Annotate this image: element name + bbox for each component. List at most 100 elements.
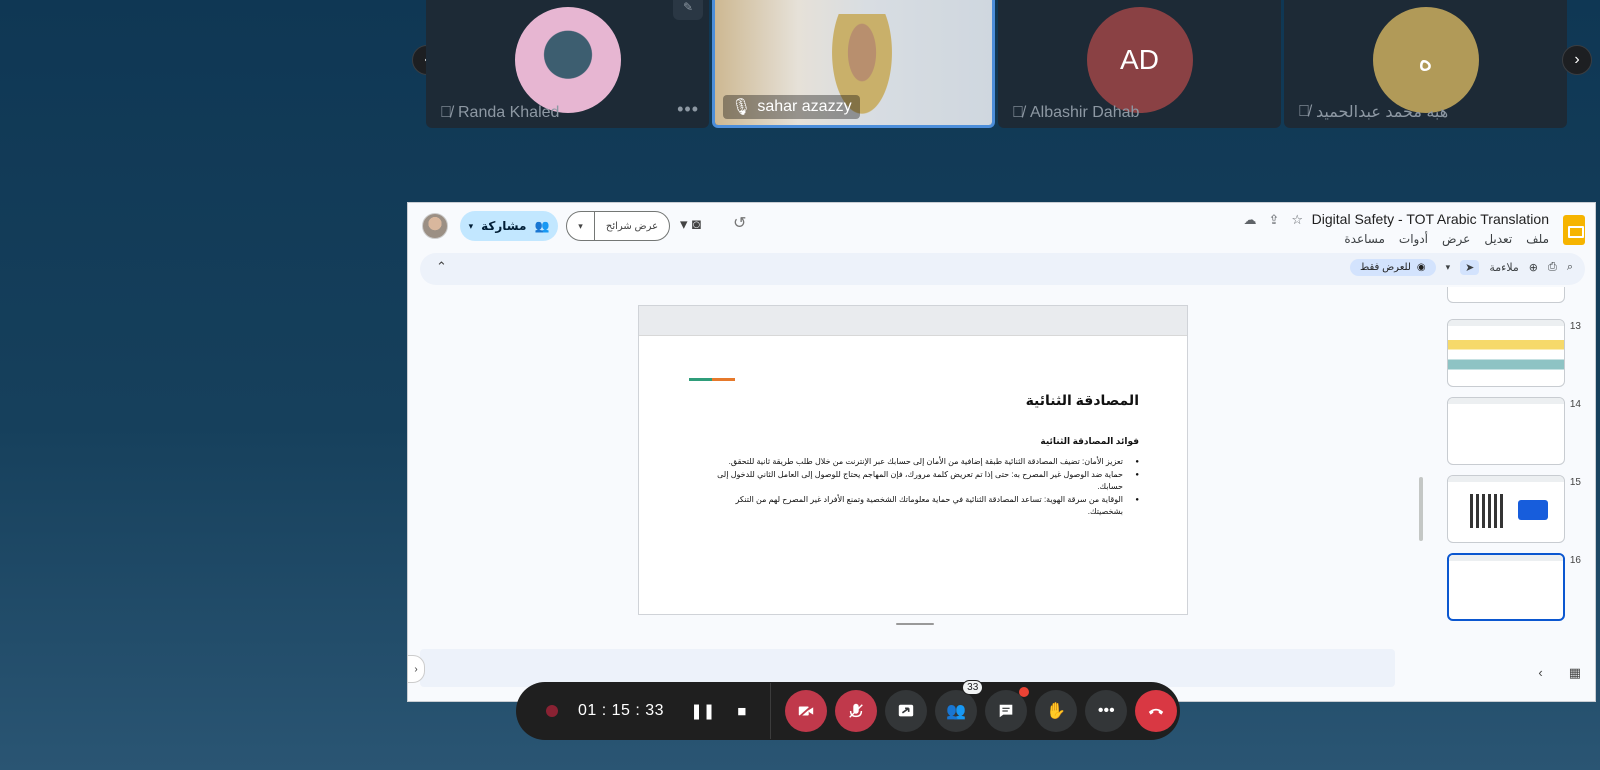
chevron-down-icon[interactable]: ▾ bbox=[1446, 262, 1451, 273]
recording-indicator-icon bbox=[546, 705, 558, 717]
slide-thumbnail[interactable] bbox=[1447, 319, 1565, 387]
meeting-control-bar: 01 : 15 : 33 ❚❚ ■ 👥 33 ✋ ••• bbox=[516, 680, 1180, 740]
participant-tile-4[interactable]: ه 🎙̸ هبه محمد عبدالحميد bbox=[1284, 0, 1567, 128]
shared-screen-window: Digital Safety - TOT Arabic Translation … bbox=[407, 202, 1596, 702]
zoom-fit-label[interactable]: ملاءمة bbox=[1489, 261, 1518, 274]
print-icon[interactable]: ⎙ bbox=[1548, 261, 1557, 274]
slide-title: المصادقة الثنائية bbox=[1025, 392, 1139, 408]
mic-off-icon bbox=[849, 703, 864, 718]
slide-thumbnail[interactable] bbox=[1447, 287, 1565, 303]
leave-call-button[interactable] bbox=[1135, 690, 1178, 732]
filmstrip-item[interactable] bbox=[1405, 287, 1595, 305]
pause-recording-button[interactable]: ❚❚ bbox=[690, 702, 715, 720]
camera-off-icon bbox=[798, 704, 815, 718]
document-title[interactable]: Digital Safety - TOT Arabic Translation bbox=[1312, 211, 1549, 227]
participants-button[interactable]: 👥 33 bbox=[935, 680, 984, 732]
call-controls: 👥 33 ✋ ••• bbox=[785, 680, 1178, 732]
slide-header-band bbox=[639, 306, 1187, 336]
chat-notification-dot bbox=[1019, 687, 1030, 697]
search-icon[interactable]: ⌕ bbox=[1567, 261, 1573, 274]
slide-accent-line bbox=[689, 378, 735, 381]
share-button[interactable]: ▾ مشاركة 👥 bbox=[460, 211, 558, 241]
more-options-icon[interactable]: ••• bbox=[677, 99, 699, 120]
move-icon[interactable]: ⇪ bbox=[1268, 212, 1279, 228]
slides-title-bar: Digital Safety - TOT Arabic Translation … bbox=[408, 203, 1595, 253]
cloud-status-icon[interactable]: ☁ bbox=[1243, 212, 1256, 228]
mic-off-icon: 🎙̸ bbox=[1012, 104, 1024, 121]
qr-code-icon bbox=[1470, 494, 1504, 528]
menu-edit[interactable]: تعديل bbox=[1484, 232, 1512, 246]
zoom-icon[interactable]: ⊕ bbox=[1529, 261, 1538, 274]
speaker-notes-resize-handle[interactable] bbox=[896, 623, 934, 625]
reactions-button[interactable]: ✋ bbox=[1035, 690, 1078, 732]
slide-thumbnail[interactable] bbox=[1447, 475, 1565, 543]
participant-photo bbox=[514, 7, 621, 113]
participant-name-tag: 🎙̸ Randa Khaled bbox=[440, 104, 560, 121]
participant-tile-2[interactable]: 🎙 sahar azazzy bbox=[712, 0, 995, 128]
people-icon: 👥 bbox=[534, 219, 550, 233]
menu-bar: ملف تعديل عرض أدوات مساعدة bbox=[1344, 232, 1549, 246]
view-only-chip[interactable]: للعرض فقط ◉ bbox=[1349, 259, 1436, 276]
bitwarden-logo-icon bbox=[1518, 500, 1548, 520]
grid-view-icon[interactable]: ▦ bbox=[1569, 665, 1581, 681]
slide-thumbnail-selected[interactable] bbox=[1447, 553, 1565, 621]
video-call-icon[interactable]: ▾ ◙ bbox=[680, 215, 701, 233]
google-slides-logo-icon[interactable] bbox=[1563, 215, 1585, 245]
present-screen-button[interactable] bbox=[885, 690, 928, 732]
mic-off-icon: 🎙̸ bbox=[1298, 103, 1310, 120]
participant-name-tag: 🎙̸ Albashir Dahab bbox=[1012, 104, 1140, 121]
slide-bullet-list: تعزيز الأمان: تضيف المصادقة الثنائية طبق… bbox=[699, 456, 1139, 519]
star-icon[interactable]: ☆ bbox=[1291, 212, 1303, 228]
chevron-down-icon[interactable]: ▾ bbox=[567, 212, 595, 240]
microphone-off-button[interactable] bbox=[835, 690, 878, 732]
chat-icon bbox=[999, 704, 1013, 718]
end-call-icon bbox=[1149, 708, 1164, 715]
toolbar: ⌃ للعرض فقط ◉ ▾ ➤ ملاءمة ⊕ ⎙ ⌕ bbox=[420, 253, 1585, 285]
participant-name-tag: 🎙̸ هبه محمد عبدالحميد bbox=[1298, 103, 1449, 121]
menu-file[interactable]: ملف bbox=[1526, 232, 1549, 246]
mic-icon: 🎙 bbox=[731, 99, 752, 116]
chevron-left-icon[interactable]: ‹ bbox=[1538, 665, 1542, 681]
current-slide[interactable]: المصادقة الثنائية فوائد المصادقة الثنائي… bbox=[638, 305, 1188, 615]
raise-hand-icon: ✋ bbox=[1046, 703, 1067, 720]
participant-name-tag: 🎙 sahar azazzy bbox=[723, 95, 860, 119]
pin-icon[interactable]: ✎ bbox=[673, 0, 703, 20]
camera-off-button[interactable] bbox=[785, 690, 828, 732]
more-options-button[interactable]: ••• bbox=[1085, 690, 1128, 732]
slide-bullet: الوقاية من سرقة الهوية: تساعد المصادقة ا… bbox=[699, 494, 1139, 518]
collapse-menus-icon[interactable]: ⌃ bbox=[436, 259, 447, 275]
participant-tile-3[interactable]: AD 🎙̸ Albashir Dahab bbox=[998, 0, 1281, 128]
participant-avatar: AD bbox=[1086, 7, 1193, 113]
slide-thumbnail[interactable] bbox=[1447, 397, 1565, 465]
eye-icon: ◉ bbox=[1416, 262, 1426, 273]
filmstrip-item[interactable]: 13 bbox=[1405, 319, 1595, 389]
chat-button[interactable] bbox=[985, 687, 1030, 732]
filmstrip-item[interactable]: 14 bbox=[1405, 397, 1595, 467]
slideshow-button[interactable]: ▾ عرض شرائح bbox=[566, 211, 670, 241]
chevron-down-icon: ▾ bbox=[468, 220, 474, 231]
slide-canvas: المصادقة الثنائية فوائد المصادقة الثنائي… bbox=[408, 287, 1408, 637]
participant-avatar: ه bbox=[1372, 7, 1479, 113]
participants-count-badge: 33 bbox=[962, 680, 984, 695]
title-icons: ☁ ⇪ ☆ bbox=[1243, 212, 1303, 228]
user-avatar[interactable] bbox=[422, 213, 448, 239]
menu-help[interactable]: مساعدة bbox=[1344, 232, 1385, 246]
people-icon: 👥 bbox=[946, 703, 967, 720]
stop-recording-button[interactable]: ■ bbox=[737, 703, 746, 720]
participant-strip: ‹ ✎ 🎙̸ Randa Khaled ••• 🎙 sahar azazzy A… bbox=[412, 0, 1592, 128]
select-cursor-icon[interactable]: ➤ bbox=[1460, 260, 1480, 275]
menu-tools[interactable]: أدوات bbox=[1399, 232, 1428, 246]
menu-view[interactable]: عرض bbox=[1442, 232, 1470, 246]
next-participants-button[interactable]: › bbox=[1562, 45, 1592, 75]
participant-tile-1[interactable]: ✎ 🎙̸ Randa Khaled ••• bbox=[426, 0, 709, 128]
slide-subtitle: فوائد المصادقة الثنائية bbox=[1040, 436, 1139, 446]
slide-bullet: حماية ضد الوصول غير المصرح به: حتى إذا ت… bbox=[699, 469, 1139, 493]
mic-off-icon: 🎙̸ bbox=[440, 104, 452, 121]
filmstrip-item[interactable]: 16 bbox=[1405, 553, 1595, 623]
toolbar-tools: للعرض فقط ◉ ▾ ➤ ملاءمة ⊕ ⎙ ⌕ bbox=[1349, 259, 1573, 276]
filmstrip-scrollbar[interactable] bbox=[1419, 477, 1423, 541]
history-icon[interactable]: ↺ bbox=[733, 213, 746, 233]
filmstrip-item[interactable]: 15 bbox=[1405, 475, 1595, 545]
slide-bullet: تعزيز الأمان: تضيف المصادقة الثنائية طبق… bbox=[699, 456, 1139, 468]
slide-filmstrip: 13 14 15 16 bbox=[1405, 287, 1595, 637]
